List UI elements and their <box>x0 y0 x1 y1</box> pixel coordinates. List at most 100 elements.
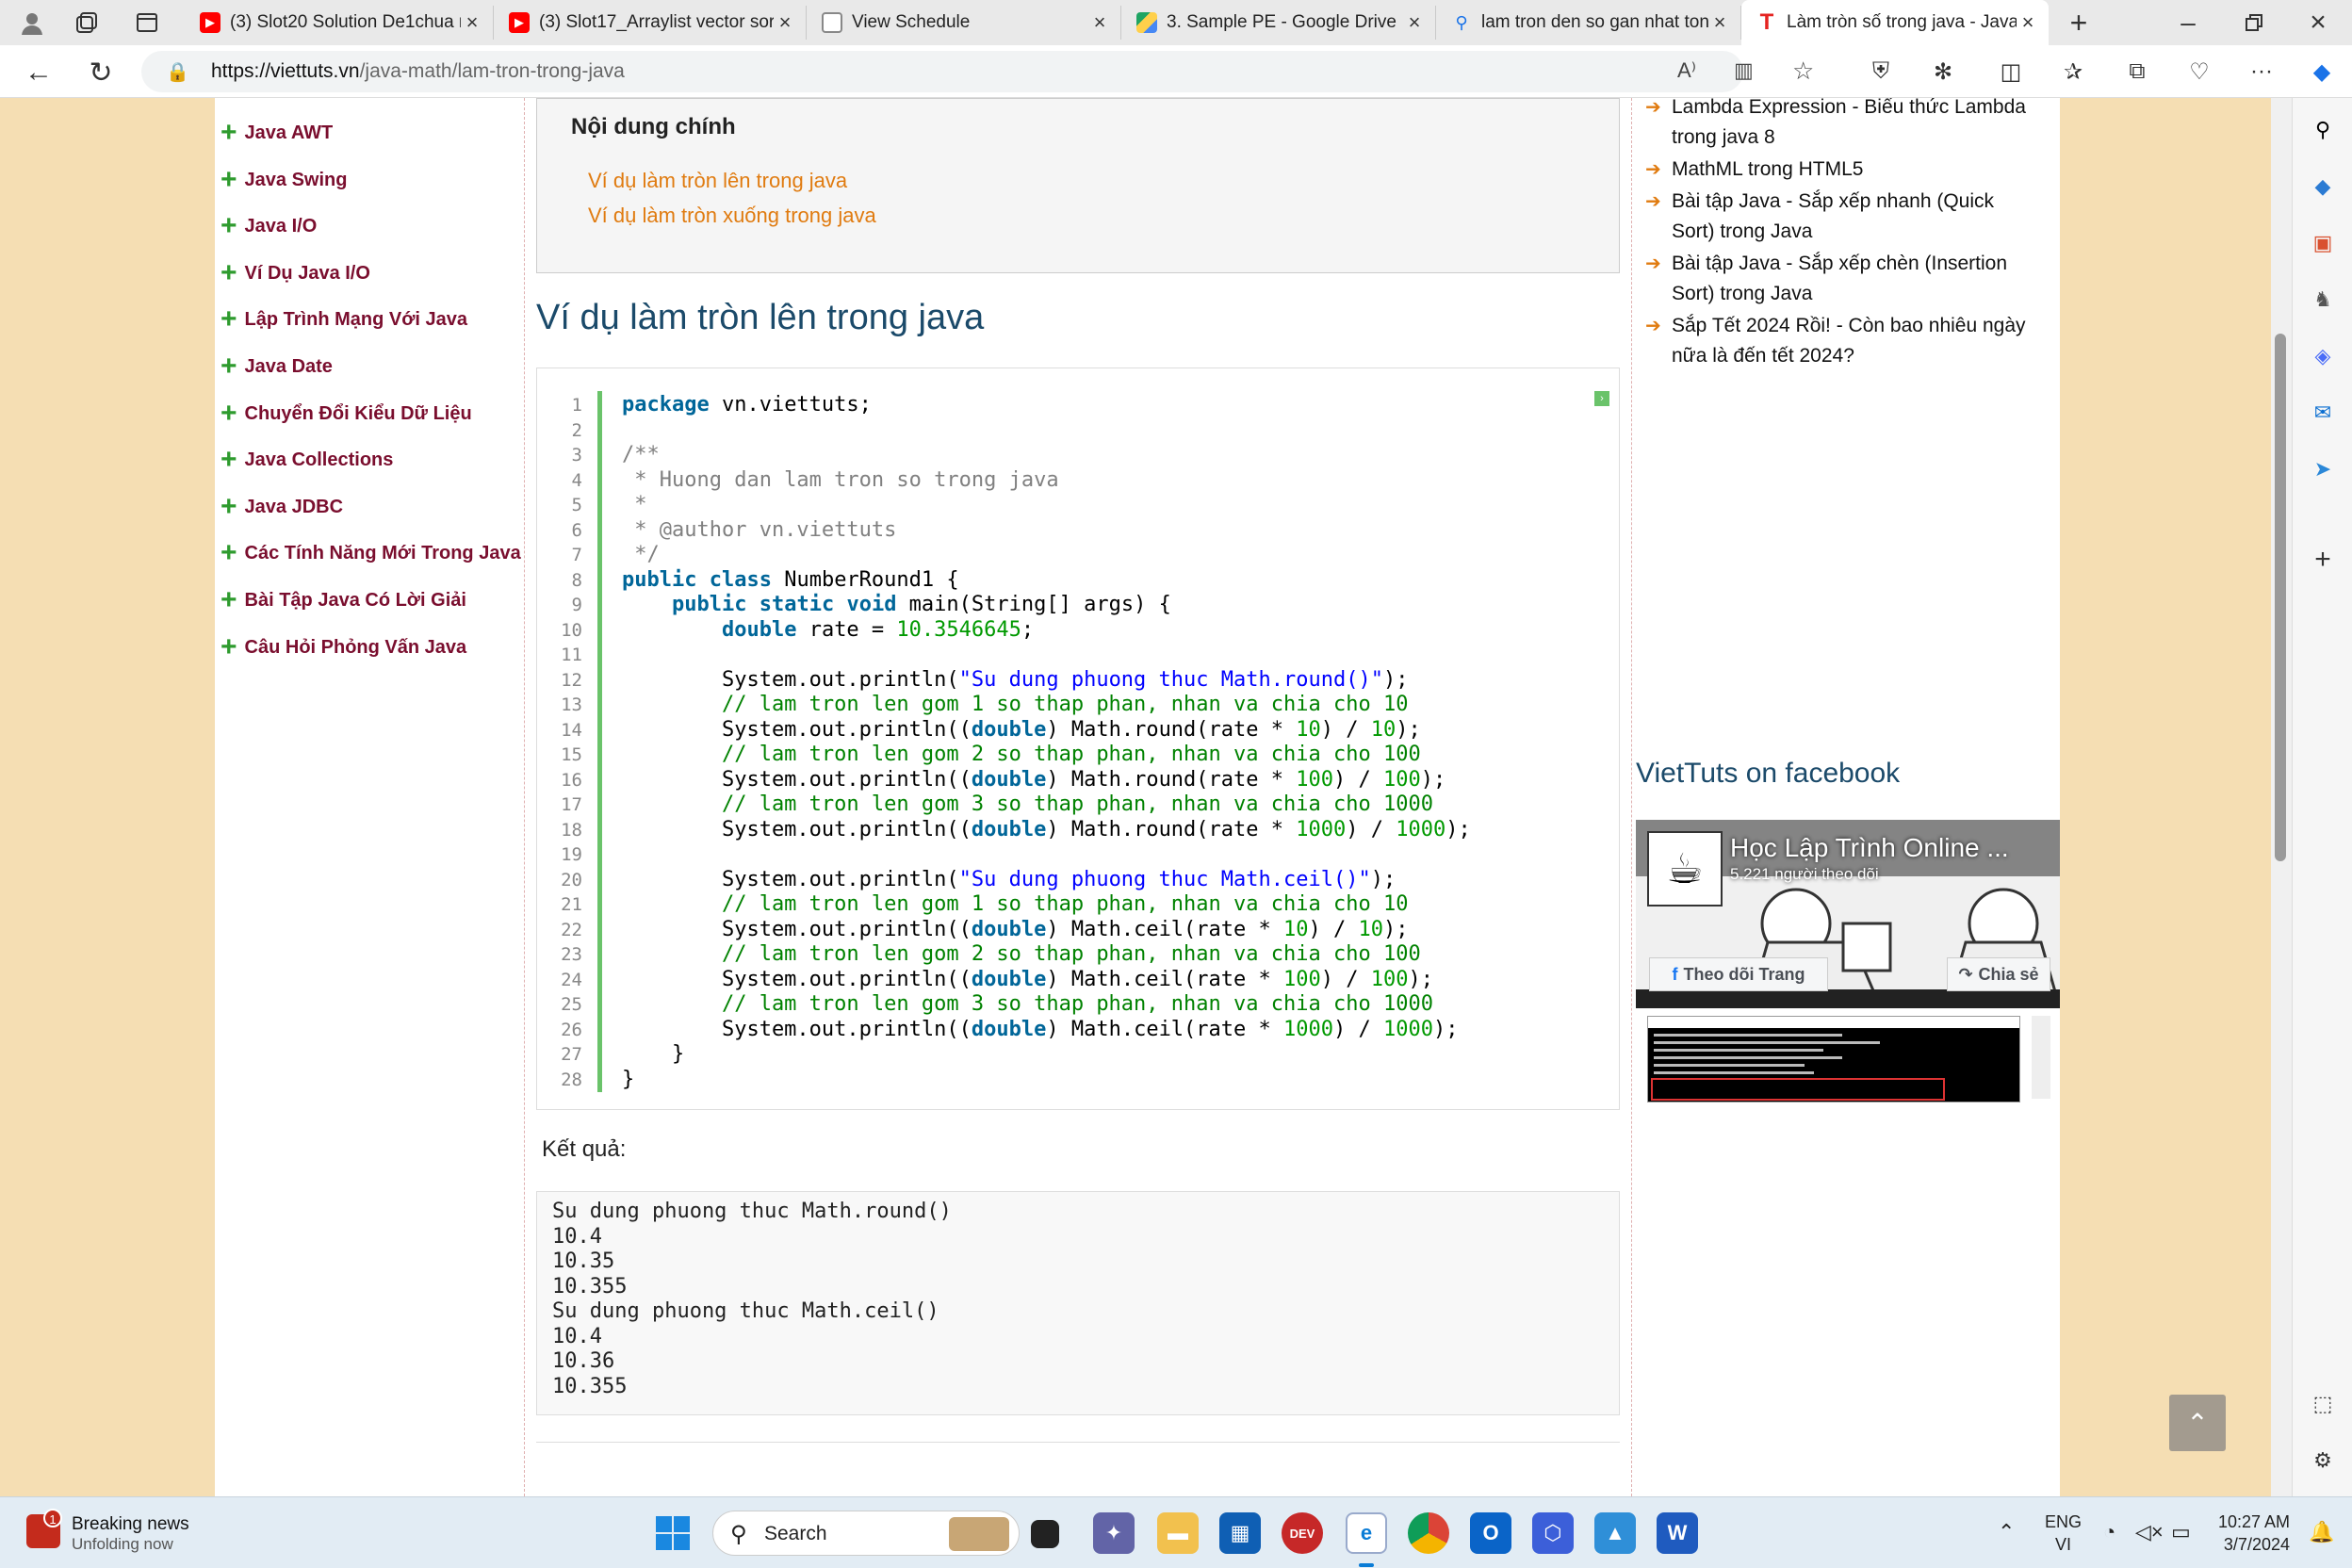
wifi-icon[interactable]: ◔ <box>2103 1520 2115 1544</box>
copilot-icon[interactable]: ◆ <box>2307 57 2337 87</box>
refresh-icon[interactable]: ↻ <box>85 57 117 89</box>
browser-tab[interactable]: ▶ (3) Slot20 Solution De1chua n × <box>185 6 494 40</box>
extensions-icon[interactable]: ✻ <box>1928 57 1958 87</box>
search-icon[interactable]: ⚲ <box>2308 115 2338 145</box>
toc-link[interactable]: Ví dụ làm tròn xuống trong java <box>588 204 876 228</box>
plus-icon: + <box>220 257 237 288</box>
lock-icon[interactable]: 🔒 <box>166 60 189 84</box>
dev-cpp-icon[interactable]: DEV <box>1282 1512 1323 1554</box>
more-menu-icon[interactable]: ··· <box>2246 57 2277 87</box>
close-tab-icon[interactable]: × <box>1088 10 1111 35</box>
notifications-bell-icon[interactable]: 🔔 <box>2309 1520 2334 1544</box>
file-explorer-icon[interactable]: ▬ <box>1157 1512 1199 1554</box>
line-number: 20 <box>561 869 582 890</box>
menu-item[interactable]: + Lập Trình Mạng Với Java <box>220 305 467 334</box>
browser-tab[interactable]: View Schedule × <box>807 6 1121 40</box>
close-tab-icon[interactable]: × <box>461 10 483 35</box>
follow-page-button[interactable]: f Theo dõi Trang <box>1649 957 1828 991</box>
menu-item[interactable]: + Java Collections <box>220 446 393 474</box>
tools-briefcase-icon[interactable]: ▣ <box>2308 228 2338 258</box>
browser-essentials-icon[interactable]: ⛨ <box>1866 57 1896 87</box>
favorite-star-icon[interactable]: ☆ <box>1792 57 1814 86</box>
settings-gear-icon[interactable]: ⚙ <box>2308 1446 2338 1476</box>
browser-tab[interactable]: 3. Sample PE - Google Drive × <box>1121 6 1436 40</box>
send-icon[interactable]: ➤ <box>2308 454 2338 484</box>
main-content: Nội dung chính Ví dụ làm tròn lên trong … <box>524 98 1632 1496</box>
windows-start-icon[interactable] <box>654 1514 692 1552</box>
restore-icon[interactable] <box>2239 8 2269 38</box>
menu-item[interactable]: + Chuyển Đổi Kiểu Dữ Liệu <box>220 400 472 428</box>
share-button[interactable]: ↷ Chia sẻ <box>1947 957 2050 991</box>
scroll-to-top-button[interactable]: ⌃ <box>2169 1395 2226 1451</box>
new-tab-button[interactable]: + <box>2064 6 2094 40</box>
menu-item[interactable]: + Java I/O <box>220 212 317 240</box>
edge-browser-icon[interactable]: e <box>1346 1512 1387 1554</box>
facebook-page-name[interactable]: Học Lập Trình Online ... <box>1730 833 2009 863</box>
tab-actions-icon[interactable] <box>132 8 162 38</box>
close-tab-icon[interactable]: × <box>1403 10 1426 35</box>
read-aloud-icon[interactable]: A⁾ <box>1677 58 1696 83</box>
show-hidden-icons-chevron-icon[interactable]: ⌃ <box>1998 1520 2015 1544</box>
page-scrollbar[interactable] <box>2271 98 2292 1496</box>
photos-icon[interactable]: ▲ <box>1594 1512 1636 1554</box>
expand-source-icon[interactable]: › <box>1594 391 1609 406</box>
menu-item[interactable]: + Java JDBC <box>220 493 343 521</box>
close-tab-icon[interactable]: × <box>2017 10 2039 35</box>
battery-icon[interactable]: ▭ <box>2171 1520 2191 1544</box>
menu-item[interactable]: + Bài Tập Java Có Lời Giải <box>220 586 466 614</box>
menu-item[interactable]: + Java AWT <box>220 119 333 147</box>
immersive-reader-icon[interactable]: ▥ <box>1734 58 1754 83</box>
toc-link[interactable]: Ví dụ làm tròn lên trong java <box>588 169 847 193</box>
menu-item[interactable]: + Java Date <box>220 352 333 381</box>
plus-icon: + <box>220 164 237 195</box>
related-post-link[interactable]: ➔ Bài tập Java - Sắp xếp chèn (Insertion S… <box>1645 249 2060 309</box>
code-line: System.out.println("Su dung phuong thuc … <box>622 867 1396 891</box>
menu-item[interactable]: + Các Tính Năng Mới Trong Java <box>220 539 521 567</box>
close-window-icon[interactable]: × <box>2303 7 2333 38</box>
minimize-icon[interactable]: – <box>2173 8 2203 38</box>
taskbar-search[interactable]: ⚲ Search <box>712 1511 1020 1556</box>
mute-speaker-icon[interactable]: ◁× <box>2135 1520 2164 1544</box>
add-sidebar-app-icon[interactable]: + <box>2308 544 2338 575</box>
performance-icon[interactable]: ♡ <box>2184 57 2214 87</box>
clock[interactable]: 10:27 AM 3/7/2024 <box>2205 1511 2290 1556</box>
shopping-tag-icon[interactable]: ◆ <box>2308 172 2338 202</box>
word-icon[interactable]: W <box>1657 1512 1698 1554</box>
back-icon[interactable]: ← <box>23 57 55 89</box>
scrollbar-thumb[interactable] <box>2275 334 2286 861</box>
widget-scrollbar[interactable] <box>2032 1016 2050 1099</box>
chrome-icon[interactable] <box>1408 1512 1449 1554</box>
language-indicator[interactable]: ENG VI <box>2045 1511 2082 1556</box>
outlook-icon[interactable]: ✉ <box>2308 398 2338 428</box>
microsoft-store-icon[interactable]: ▦ <box>1219 1512 1261 1554</box>
related-post-link[interactable]: ➔ Lambda Expression - Biểu thức Lambda tro… <box>1645 98 2060 153</box>
microsoft-365-icon[interactable]: ◈ <box>2308 341 2338 371</box>
url-field[interactable]: 🔒 https://viettuts.vn/java-math/lam-tron… <box>141 51 1814 92</box>
games-chess-icon[interactable]: ♞ <box>2308 285 2338 315</box>
browser-tab-bar: ▶ (3) Slot20 Solution De1chua n × ▶ (3) … <box>0 0 2352 45</box>
teams-chat-icon[interactable]: ✦ <box>1093 1512 1135 1554</box>
close-tab-icon[interactable]: × <box>774 10 796 35</box>
screenshot-icon[interactable]: ⬚ <box>2308 1389 2338 1419</box>
menu-item[interactable]: + Java Swing <box>220 166 347 194</box>
arrow-icon: ➔ <box>1645 159 1661 180</box>
terminal-icon[interactable] <box>1031 1520 1059 1548</box>
facebook-page-widget[interactable]: ☕ Học Lập Trình Online ... 5.221 người t… <box>1636 820 2060 1008</box>
menu-item[interactable]: + Câu Hỏi Phỏng Vấn Java <box>220 633 466 662</box>
news-widget[interactable]: 1 Breaking news Unfolding now <box>26 1509 271 1558</box>
related-post-link[interactable]: ➔ Sắp Tết 2024 Rồi! - Còn bao nhiêu ngày n… <box>1645 311 2060 371</box>
related-post-link[interactable]: ➔ MathML trong HTML5 <box>1645 155 2060 185</box>
profile-icon[interactable] <box>17 8 47 38</box>
netbeans-icon[interactable]: ⬡ <box>1532 1512 1574 1554</box>
close-tab-icon[interactable]: × <box>1708 10 1731 35</box>
related-post-link[interactable]: ➔ Bài tập Java - Sắp xếp nhanh (Quick Sort… <box>1645 187 2060 247</box>
menu-item[interactable]: + Ví Dụ Java I/O <box>220 259 370 287</box>
collections-icon[interactable]: ⧉ <box>2122 57 2152 87</box>
browser-tab[interactable]: ⚲ lam tron den so gan nhat ton × <box>1436 6 1741 40</box>
workspaces-icon[interactable] <box>72 8 102 38</box>
browser-tab[interactable]: ▶ (3) Slot17_Arraylist vector sor × <box>494 6 807 40</box>
browser-tab-active[interactable]: T Làm tròn số trong java - Java × <box>1741 0 2049 45</box>
split-screen-icon[interactable]: ◫ <box>1996 57 2026 87</box>
outlook-icon[interactable]: O <box>1470 1512 1511 1554</box>
favorites-icon[interactable]: ✰ <box>2058 57 2088 87</box>
